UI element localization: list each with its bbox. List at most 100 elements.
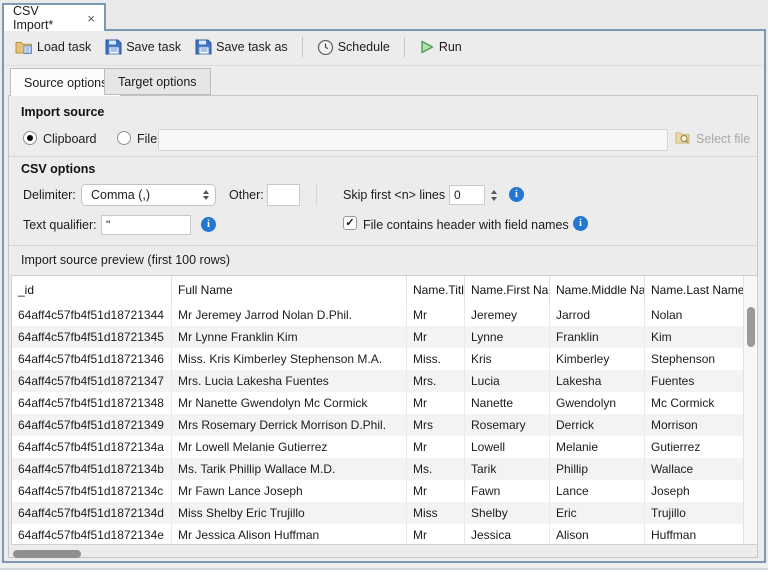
- table-cell: Mr: [407, 524, 465, 545]
- table-row[interactable]: 64aff4c57fb4f51d18721348Mr Nanette Gwend…: [12, 392, 744, 414]
- table-cell: Mr: [407, 392, 465, 414]
- header-row-checkbox-label: File contains header with field names: [363, 218, 569, 232]
- table-cell: Huffman: [645, 524, 744, 545]
- column-header[interactable]: Name.First Name: [465, 276, 550, 304]
- save-task-icon: [105, 39, 122, 55]
- table-cell: Mc Cormick: [645, 392, 744, 414]
- horizontal-scrollbar-thumb[interactable]: [13, 550, 81, 558]
- table-row[interactable]: 64aff4c57fb4f51d18721344Mr Jeremey Jarro…: [12, 304, 744, 326]
- table-row[interactable]: 64aff4c57fb4f51d1872134dMiss Shelby Eric…: [12, 502, 744, 524]
- table-row[interactable]: 64aff4c57fb4f51d18721347Mrs. Lucia Lakes…: [12, 370, 744, 392]
- table-cell: 64aff4c57fb4f51d1872134c: [12, 480, 172, 502]
- table-cell: Lance: [550, 480, 645, 502]
- close-icon[interactable]: ×: [87, 12, 95, 25]
- toolbar-separator: [302, 37, 303, 57]
- table-cell: Joseph: [645, 480, 744, 502]
- table-cell: Franklin: [550, 326, 645, 348]
- column-header[interactable]: Name.Middle Name: [550, 276, 645, 304]
- preview-table: _idFull NameName.TitleName.First NameNam…: [12, 276, 744, 545]
- skip-lines-stepper[interactable]: [487, 185, 500, 205]
- preview-table-box: _idFull NameName.TitleName.First NameNam…: [11, 275, 758, 545]
- skip-lines-input[interactable]: 0: [449, 185, 485, 205]
- select-file-label: Select file: [696, 132, 750, 146]
- table-cell: Phillip: [550, 458, 645, 480]
- delimiter-select[interactable]: Comma (,): [81, 184, 216, 206]
- file-radio[interactable]: [117, 131, 131, 145]
- save-task-as-button[interactable]: Save task as: [188, 39, 295, 55]
- table-cell: Jessica: [465, 524, 550, 545]
- clipboard-radio[interactable]: [23, 131, 37, 145]
- preview-caption: Import source preview (first 100 rows): [21, 253, 230, 267]
- schedule-button[interactable]: Schedule: [310, 39, 397, 56]
- header-row-checkbox[interactable]: ✓: [343, 216, 357, 230]
- run-play-icon: [419, 39, 435, 55]
- table-cell: Gutierrez: [645, 436, 744, 458]
- table-cell: Shelby: [465, 502, 550, 524]
- run-button[interactable]: Run: [412, 39, 469, 55]
- table-cell: Ms. Tarik Phillip Wallace M.D.: [172, 458, 407, 480]
- table-row[interactable]: 64aff4c57fb4f51d1872134cMr Fawn Lance Jo…: [12, 480, 744, 502]
- skip-lines-info-icon[interactable]: i: [509, 187, 524, 202]
- toolbar-divider: [4, 65, 764, 66]
- table-cell: Mrs.: [407, 370, 465, 392]
- table-cell: 64aff4c57fb4f51d18721345: [12, 326, 172, 348]
- column-header[interactable]: Name.Last Name: [645, 276, 744, 304]
- text-qualifier-info-icon[interactable]: i: [201, 217, 216, 232]
- save-task-as-icon: [195, 39, 212, 55]
- select-file-button[interactable]: Select file: [675, 130, 750, 148]
- table-cell: Mr: [407, 436, 465, 458]
- table-cell: Lakesha: [550, 370, 645, 392]
- source-options-panel: Import source Clipboard File Select file…: [8, 95, 758, 558]
- table-cell: Lowell: [465, 436, 550, 458]
- column-header[interactable]: Name.Title: [407, 276, 465, 304]
- table-header-row: _idFull NameName.TitleName.First NameNam…: [12, 276, 744, 304]
- chevron-up-down-icon: [203, 190, 209, 200]
- table-row[interactable]: 64aff4c57fb4f51d18721345Mr Lynne Frankli…: [12, 326, 744, 348]
- table-cell: Nanette: [465, 392, 550, 414]
- table-cell: Mr Jeremey Jarrod Nolan D.Phil.: [172, 304, 407, 326]
- table-cell: Kris: [465, 348, 550, 370]
- column-header[interactable]: _id: [12, 276, 172, 304]
- table-cell: Derrick: [550, 414, 645, 436]
- table-cell: 64aff4c57fb4f51d1872134b: [12, 458, 172, 480]
- document-tab-title: CSV Import*: [13, 4, 78, 32]
- table-cell: Ms.: [407, 458, 465, 480]
- other-delimiter-input[interactable]: [267, 184, 300, 206]
- csv-import-window: CSV Import* × Load task Save task Save t…: [0, 0, 768, 570]
- table-row[interactable]: 64aff4c57fb4f51d18721349Mrs Rosemary Der…: [12, 414, 744, 436]
- vertical-scrollbar-thumb[interactable]: [747, 307, 755, 347]
- header-row-info-icon[interactable]: i: [573, 216, 588, 231]
- table-cell: 64aff4c57fb4f51d18721347: [12, 370, 172, 392]
- table-cell: Mr Lynne Franklin Kim: [172, 326, 407, 348]
- table-cell: Miss.: [407, 348, 465, 370]
- stepper-up-icon[interactable]: [491, 190, 497, 194]
- vertical-scrollbar[interactable]: [743, 276, 757, 544]
- file-path-input[interactable]: [158, 129, 668, 151]
- table-cell: Lynne: [465, 326, 550, 348]
- table-cell: 64aff4c57fb4f51d18721346: [12, 348, 172, 370]
- table-cell: Mr: [407, 304, 465, 326]
- table-row[interactable]: 64aff4c57fb4f51d1872134aMr Lowell Melani…: [12, 436, 744, 458]
- column-header[interactable]: Full Name: [172, 276, 407, 304]
- table-cell: Kim: [645, 326, 744, 348]
- stepper-down-icon[interactable]: [491, 197, 497, 201]
- document-tab-csv-import[interactable]: CSV Import* ×: [2, 3, 106, 31]
- window-bottom-edge: [0, 563, 768, 570]
- tab-target-options[interactable]: Target options: [104, 68, 211, 95]
- table-cell: Mrs: [407, 414, 465, 436]
- select-file-icon: [675, 130, 692, 148]
- table-cell: Miss. Kris Kimberley Stephenson M.A.: [172, 348, 407, 370]
- table-row[interactable]: 64aff4c57fb4f51d18721346Miss. Kris Kimbe…: [12, 348, 744, 370]
- table-cell: 64aff4c57fb4f51d1872134e: [12, 524, 172, 545]
- delimiter-value: Comma (,): [91, 188, 150, 202]
- text-qualifier-input[interactable]: ": [101, 215, 191, 235]
- table-cell: Eric: [550, 502, 645, 524]
- save-task-button[interactable]: Save task: [98, 39, 188, 55]
- load-task-button[interactable]: Load task: [8, 39, 98, 55]
- load-task-icon: [15, 39, 33, 55]
- table-row[interactable]: 64aff4c57fb4f51d1872134bMs. Tarik Philli…: [12, 458, 744, 480]
- table-row[interactable]: 64aff4c57fb4f51d1872134eMr Jessica Aliso…: [12, 524, 744, 545]
- table-cell: Wallace: [645, 458, 744, 480]
- table-cell: Rosemary: [465, 414, 550, 436]
- save-task-as-label: Save task as: [216, 40, 288, 54]
